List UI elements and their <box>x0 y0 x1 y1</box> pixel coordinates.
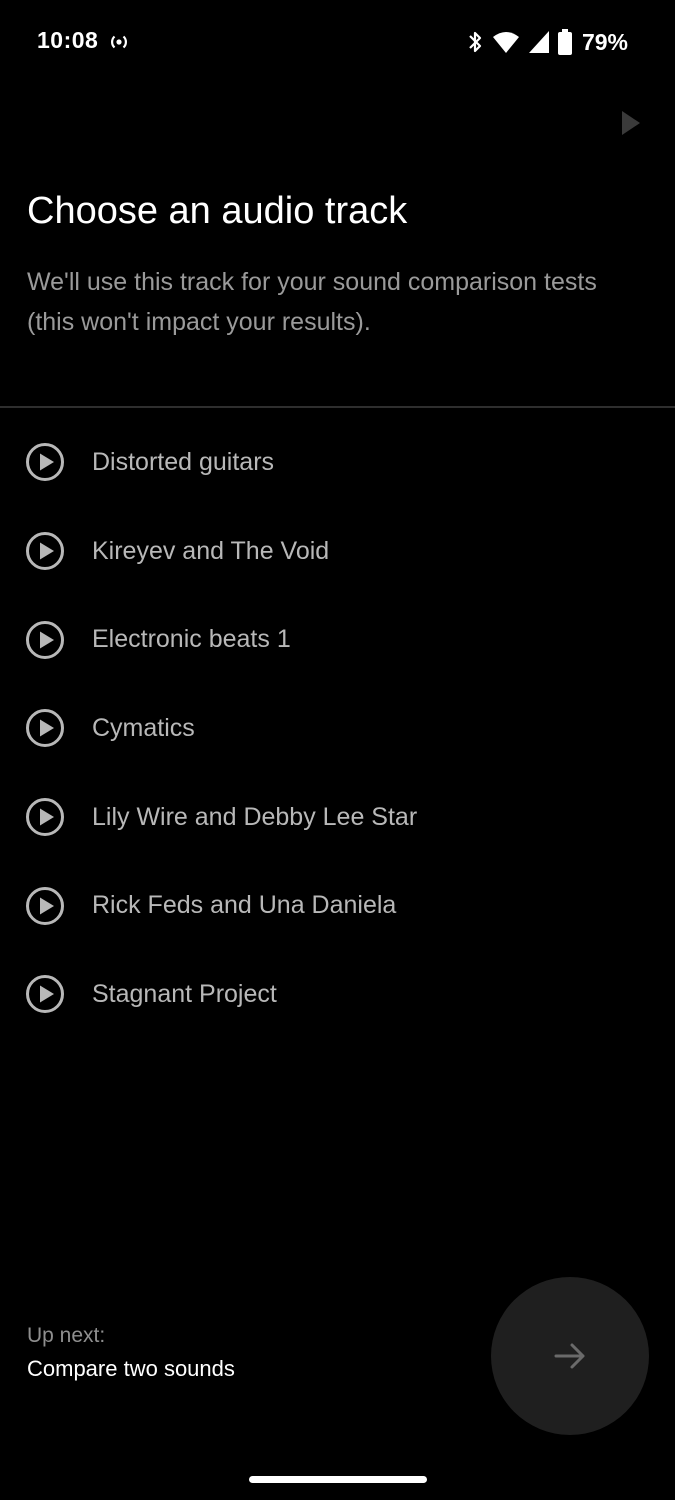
status-time: 10:08 <box>37 27 99 53</box>
track-label: Rick Feds and Una Daniela <box>92 891 397 920</box>
play-circle-icon <box>25 974 65 1014</box>
play-circle-icon <box>25 708 65 748</box>
track-item[interactable]: Stagnant Project <box>0 950 675 1039</box>
play-circle-icon <box>25 886 65 926</box>
track-label: Distorted guitars <box>92 447 275 476</box>
divider <box>0 406 675 408</box>
track-item[interactable]: Electronic beats 1 <box>0 595 675 684</box>
track-item[interactable]: Kireyev and The Void <box>0 507 675 596</box>
track-label: Lily Wire and Debby Lee Star <box>92 802 418 831</box>
arrow-right-icon <box>554 1343 585 1369</box>
status-bar: 10:08 79% <box>0 0 675 84</box>
track-list: Distorted guitars Kireyev and The Void E… <box>0 418 675 1039</box>
track-label: Electronic beats 1 <box>92 625 291 654</box>
track-label: Cymatics <box>92 713 195 742</box>
signal-icon <box>528 30 550 54</box>
play-circle-icon <box>25 620 65 660</box>
track-item[interactable]: Distorted guitars <box>0 418 675 507</box>
bluetooth-icon <box>466 29 484 55</box>
page-title: Choose an audio track <box>27 190 408 232</box>
play-circle-icon <box>25 797 65 837</box>
up-next-label: Up next: <box>27 1324 106 1347</box>
battery-percent: 79% <box>581 28 628 55</box>
play-circle-icon <box>25 531 65 571</box>
track-item[interactable]: Rick Feds and Una Daniela <box>0 861 675 950</box>
track-label: Kireyev and The Void <box>92 536 330 565</box>
play-circle-icon <box>25 442 65 482</box>
home-indicator[interactable] <box>249 1476 427 1483</box>
track-item[interactable]: Lily Wire and Debby Lee Star <box>0 773 675 862</box>
up-next-title: Compare two sounds <box>27 1356 235 1381</box>
hotspot-icon <box>108 32 130 52</box>
play-icon <box>622 111 640 135</box>
battery-icon <box>557 29 572 55</box>
wifi-icon <box>492 30 520 54</box>
track-label: Stagnant Project <box>92 979 277 1008</box>
track-item[interactable]: Cymatics <box>0 684 675 773</box>
play-button[interactable] <box>616 108 646 138</box>
status-icons: 79% <box>466 28 628 56</box>
next-button[interactable] <box>491 1277 649 1435</box>
page-subtitle: We'll use this track for your sound comp… <box>27 268 597 336</box>
